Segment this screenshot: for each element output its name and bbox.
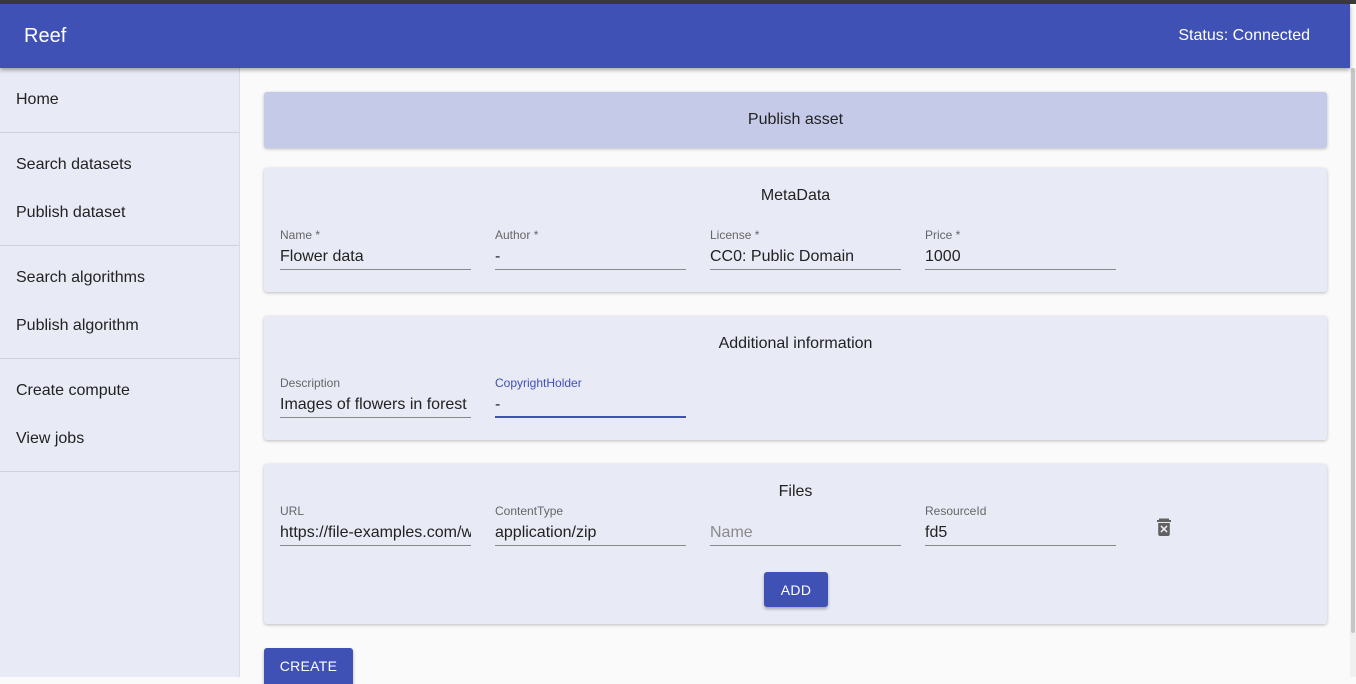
app-bar: Reef Status: Connected <box>0 4 1350 68</box>
sidebar-item-publish-algorithm[interactable]: Publish algorithm <box>16 317 139 335</box>
create-button[interactable]: CREATE <box>264 648 353 684</box>
connection-status: Status: Connected <box>1178 27 1310 44</box>
sidebar-divider <box>0 471 239 472</box>
publish-asset-header: Publish asset <box>264 92 1327 148</box>
sidebar: Home Search datasets Publish dataset Sea… <box>0 68 240 677</box>
resource-id-input[interactable] <box>925 521 1116 546</box>
additional-info-card: Additional information Description Copyr… <box>264 316 1327 440</box>
content-type-label: ContentType <box>495 504 564 518</box>
metadata-card: MetaData Name * Author * License * Price… <box>264 168 1327 292</box>
trash-icon[interactable] <box>1157 518 1171 536</box>
resource-id-label: ResourceId <box>925 504 987 518</box>
price-input[interactable] <box>925 245 1116 270</box>
url-input[interactable] <box>280 521 471 546</box>
sidebar-item-publish-dataset[interactable]: Publish dataset <box>16 204 125 222</box>
license-label: License * <box>710 228 760 242</box>
author-label: Author * <box>495 228 539 242</box>
name-input[interactable] <box>280 245 471 270</box>
sidebar-item-search-datasets[interactable]: Search datasets <box>16 156 132 174</box>
add-file-button[interactable]: ADD <box>764 572 828 607</box>
sidebar-item-search-algorithms[interactable]: Search algorithms <box>16 269 145 287</box>
sidebar-item-home[interactable]: Home <box>16 91 59 109</box>
description-input[interactable] <box>280 393 471 418</box>
page-title: Publish asset <box>747 111 844 128</box>
url-label: URL <box>280 504 305 518</box>
file-name-input[interactable] <box>710 521 901 546</box>
sidebar-item-create-compute[interactable]: Create compute <box>16 382 130 400</box>
price-label: Price * <box>925 228 961 242</box>
scrollbar-thumb[interactable] <box>1351 68 1355 633</box>
name-label: Name * <box>280 228 321 242</box>
content-type-input[interactable] <box>495 521 686 546</box>
page-scrollbar[interactable] <box>1350 68 1356 677</box>
sidebar-divider <box>0 245 239 246</box>
app-title: Reef <box>24 25 67 47</box>
copyright-holder-input[interactable] <box>495 393 686 418</box>
sidebar-divider <box>0 132 239 133</box>
license-input[interactable] <box>710 245 901 270</box>
author-input[interactable] <box>495 245 686 270</box>
metadata-title: MetaData <box>760 187 831 204</box>
additional-info-title: Additional information <box>718 335 873 352</box>
copyright-holder-label: CopyrightHolder <box>495 376 582 390</box>
sidebar-divider <box>0 358 239 359</box>
files-title: Files <box>778 483 813 500</box>
sidebar-item-view-jobs[interactable]: View jobs <box>16 430 84 448</box>
files-card: Files URL ContentType ResourceId ADD <box>264 464 1327 624</box>
description-label: Description <box>280 376 341 390</box>
